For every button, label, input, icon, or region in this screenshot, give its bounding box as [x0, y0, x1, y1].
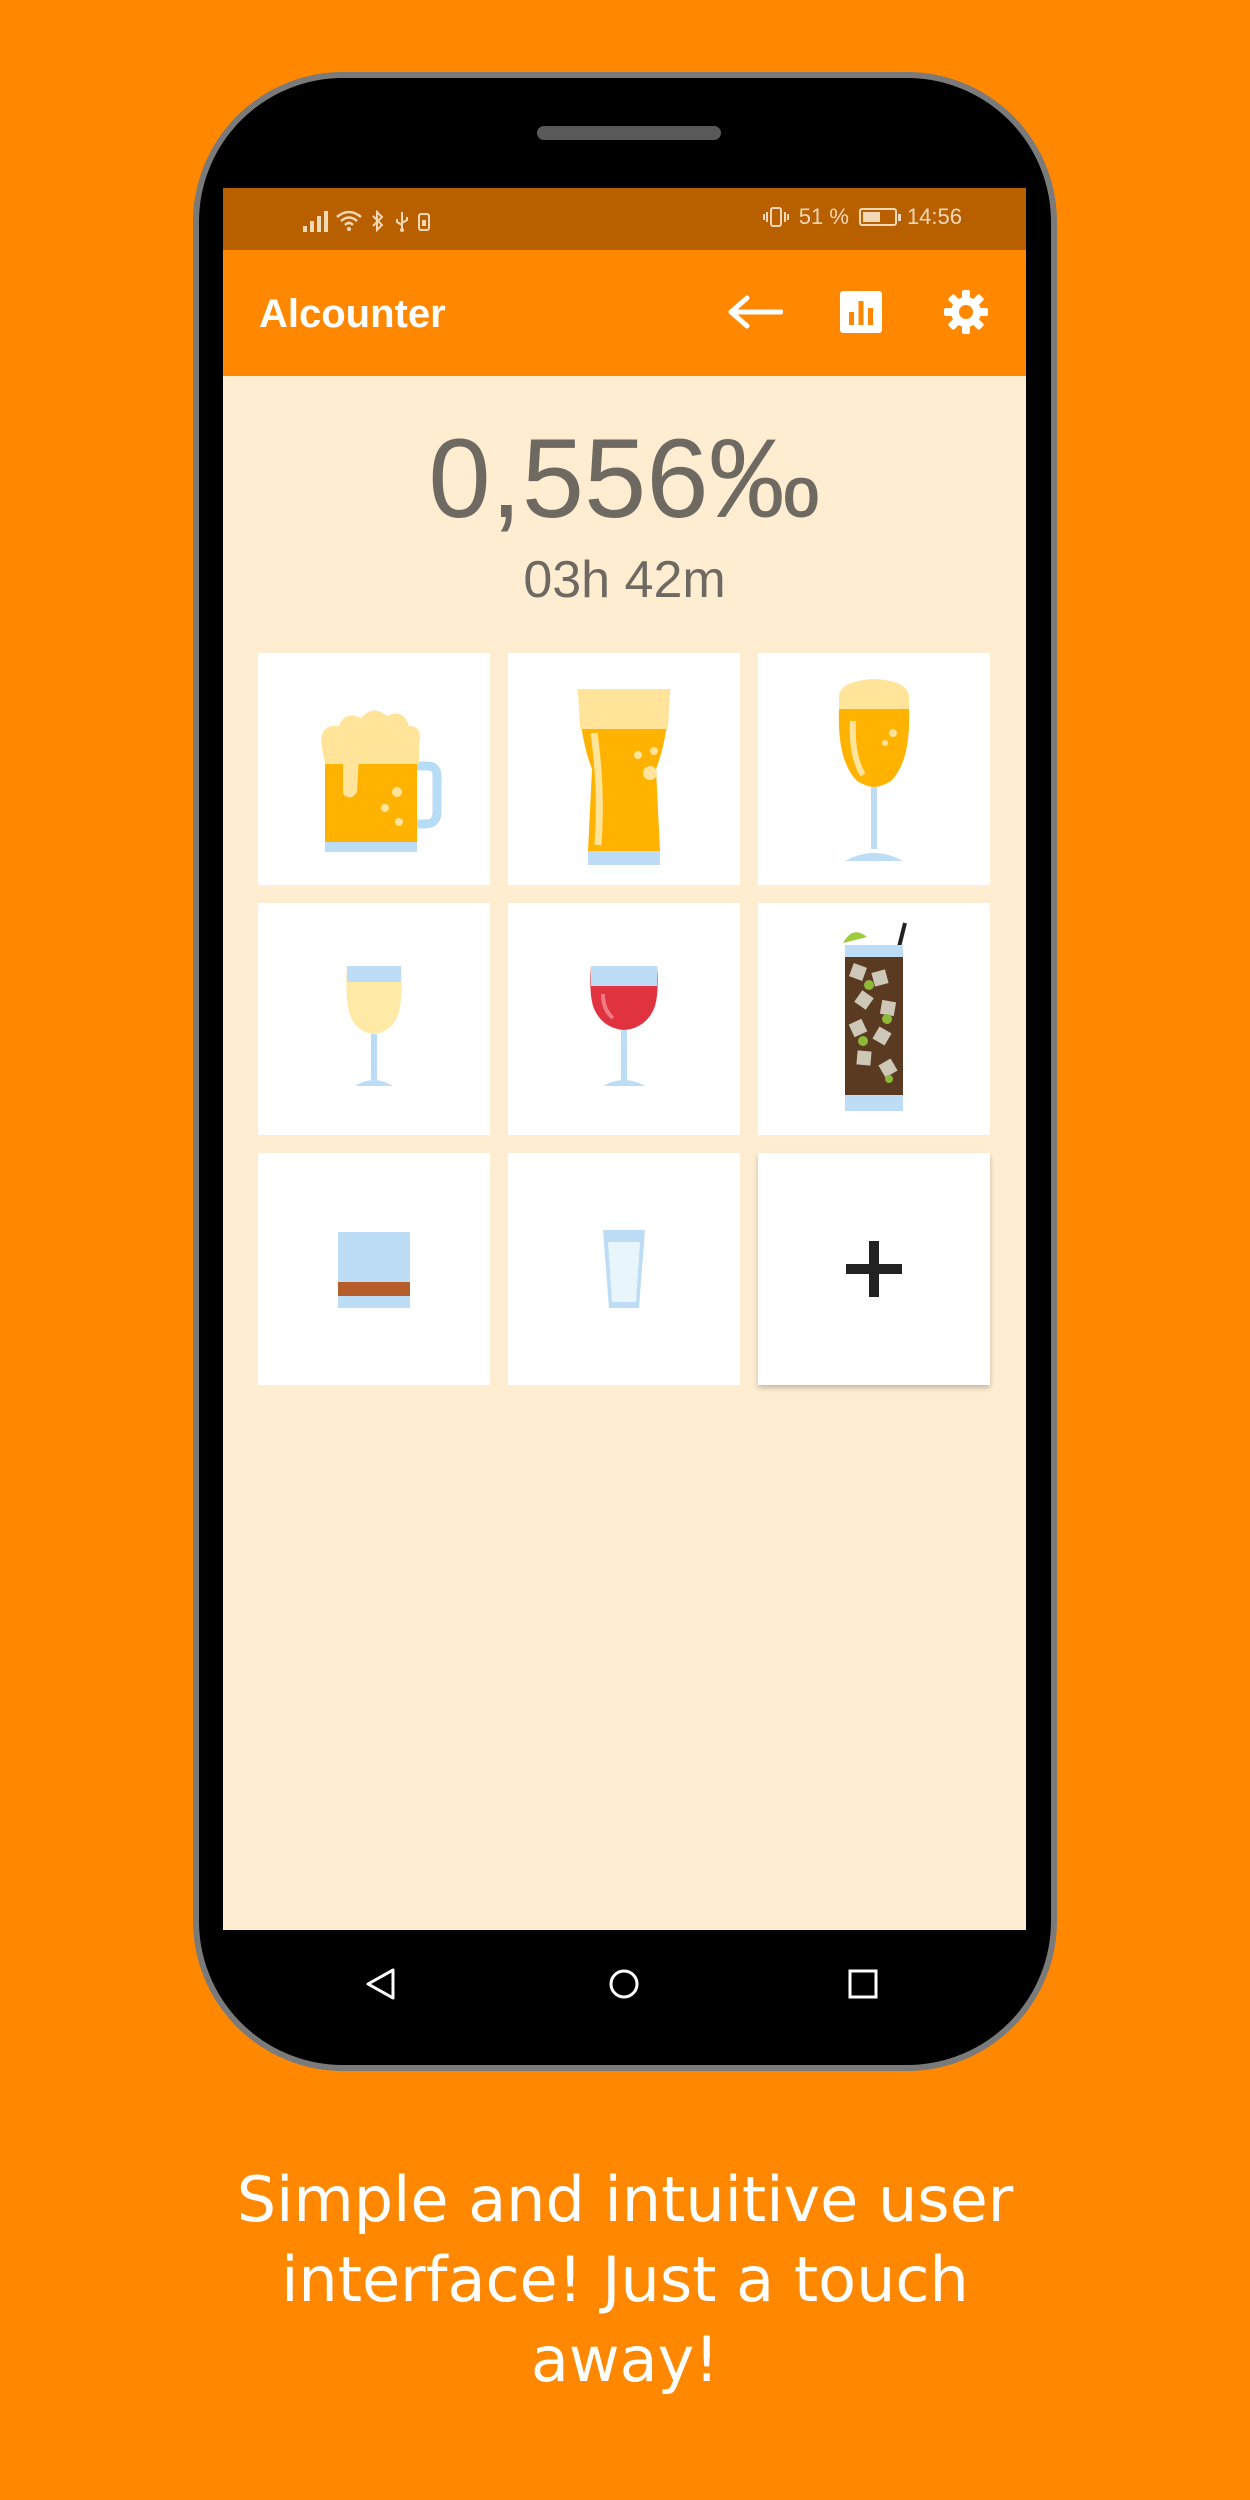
bac-value: 0,556‰	[428, 416, 821, 541]
drink-tile-beer-tulip[interactable]	[758, 653, 990, 885]
cocktail-glass-icon	[843, 922, 907, 1111]
sim-icon	[418, 213, 430, 231]
caption-line-3: away!	[530, 2323, 720, 2396]
home-circle-icon[interactable]	[596, 1956, 652, 2012]
promo-caption: Simple and intuitive user interface! Jus…	[0, 2160, 1250, 2400]
drink-tile-beer-mug[interactable]	[258, 653, 490, 885]
status-bar: 51 % 14:56	[223, 188, 1026, 250]
add-drink-icon	[846, 1241, 902, 1297]
phone-speaker	[537, 126, 721, 140]
beer-tulip-glass-icon	[838, 679, 910, 861]
beer-mug-icon	[321, 710, 442, 852]
gear-icon[interactable]	[934, 280, 998, 344]
battery-icon	[858, 208, 901, 226]
vibrate-icon	[762, 207, 789, 227]
navigation-bar	[223, 1930, 1026, 2040]
add-drink-button[interactable]	[758, 1153, 990, 1385]
drink-tile-cocktail[interactable]	[758, 903, 990, 1135]
drink-tile-shot[interactable]	[508, 1153, 740, 1385]
time-remaining: 03h 42m	[523, 551, 726, 609]
stats-icon[interactable]	[829, 280, 893, 344]
signal-icon	[303, 210, 328, 232]
clock: 14:56	[906, 204, 962, 229]
app-screen: 51 % 14:56 Alcounter 0,556‰ 03h 42m	[223, 188, 1026, 1930]
white-wine-glass-icon	[346, 966, 402, 1086]
back-arrow-icon[interactable]	[723, 280, 787, 344]
back-triangle-icon[interactable]	[353, 1956, 409, 2012]
recents-square-icon[interactable]	[835, 1956, 891, 2012]
app-title: Alcounter	[259, 292, 446, 336]
drink-tile-beer-pint[interactable]	[508, 653, 740, 885]
caption-line-2: interface! Just a touch	[281, 2243, 969, 2316]
drink-tile-red-wine[interactable]	[508, 903, 740, 1135]
drink-tile-whiskey[interactable]	[258, 1153, 490, 1385]
drink-tile-white-wine[interactable]	[258, 903, 490, 1135]
status-icons-left	[303, 206, 430, 232]
app-bar: Alcounter	[223, 250, 1026, 376]
wifi-icon	[336, 210, 362, 231]
red-wine-glass-icon	[590, 966, 658, 1086]
whiskey-glass-icon	[338, 1232, 410, 1308]
battery-percent: 51 %	[798, 204, 849, 229]
beer-pint-glass-icon	[578, 689, 670, 865]
bluetooth-icon	[372, 210, 384, 232]
caption-line-1: Simple and intuitive user	[236, 2163, 1014, 2236]
usb-icon	[396, 212, 408, 232]
shot-glass-icon	[603, 1230, 645, 1308]
status-icons-right: 51 % 14:56	[762, 204, 962, 230]
